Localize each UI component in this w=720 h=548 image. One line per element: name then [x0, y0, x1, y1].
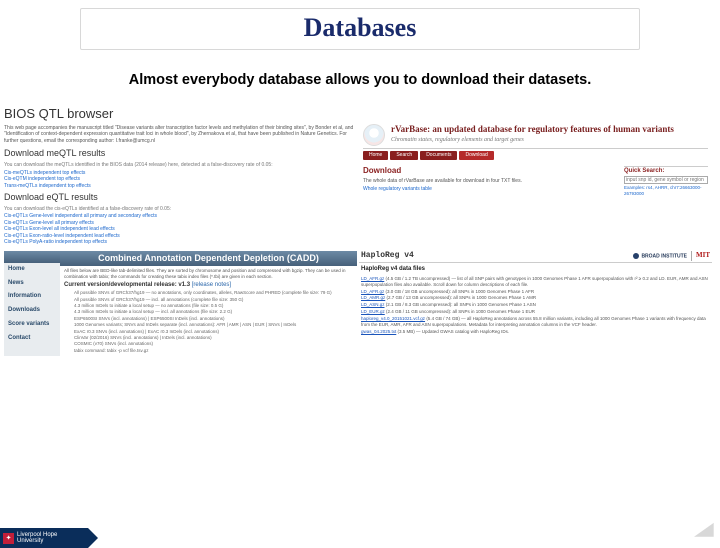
cadd-intro: All files below are BED-like tab-delimit…	[64, 268, 353, 280]
cadd-menu-home[interactable]: Home	[4, 263, 60, 277]
haplo-line: gwas_04.2025.txt (3.5 MB) — Updated GWAS…	[361, 329, 710, 335]
rvarbase-panel: rVarBase: an updated database for regula…	[359, 106, 712, 249]
cadd-item: 4.3 million InDels to initiate a local s…	[74, 309, 353, 315]
bios-heading: BIOS QTL browser	[4, 106, 357, 123]
cadd-release-notes-link[interactable]: [release notes]	[192, 282, 231, 288]
rvar-nav-home[interactable]: Home	[363, 151, 388, 160]
title-card: Databases	[80, 8, 640, 50]
bios-sec2: Download eQTL results	[4, 192, 357, 204]
haplo-section: HaploReg v4 data files	[361, 266, 710, 274]
cadd-panel: Home News Information Downloads Score va…	[4, 251, 357, 356]
cadd-item: ESP6500SI SNVs (incl. annotations) | ESP…	[74, 316, 353, 322]
haplo-line: LD_AFR.gz (4.5 GB / 1.2 TB uncompressed)…	[361, 276, 710, 288]
rvar-dl-heading: Download	[363, 166, 618, 176]
cadd-item: 1000 Genomes variants; SNVs and InDels s…	[74, 322, 353, 328]
bios-links2: Cis-eQTLs Gene-level independent all pri…	[4, 213, 357, 246]
cadd-menu-information[interactable]: Information	[4, 290, 60, 304]
cadd-file-list: All possible SNVs of GRCh37/hg19 — no an…	[64, 290, 353, 353]
screenshot-grid: BIOS QTL browser This web page accompani…	[0, 106, 720, 356]
page-subtitle: Almost everybody database allows you to …	[0, 72, 720, 88]
rvar-title: rVarBase: an updated database for regula…	[391, 124, 674, 136]
cadd-item: ClinVar (02/2016) SNVs (incl. annotation…	[74, 335, 353, 341]
bios-sec1-sub: You can download the meQTLs identified i…	[4, 162, 357, 169]
cadd-menu-downloads[interactable]: Downloads	[4, 304, 60, 318]
haplo-link[interactable]: gwas_04.2025.txt	[361, 329, 396, 334]
rvar-dl-link[interactable]: Whole regulatory variants table	[363, 186, 618, 193]
footer: ✦ Liverpool Hope University	[0, 526, 720, 548]
haplo-link[interactable]: haploreg_v4.0_20151021.vcf.gz	[361, 316, 425, 321]
cadd-menu-news[interactable]: News	[4, 277, 60, 291]
rvar-nav: Home Search Documents Download	[363, 151, 708, 160]
cadd-sidebar: Home News Information Downloads Score va…	[4, 251, 60, 356]
bios-sec1: Download meQTL results	[4, 148, 357, 160]
cadd-item: ExAC r0.3 SNVs (incl. annotations) | ExA…	[74, 329, 353, 335]
bios-sec2-sub: You can download the cis-eQTLs identifie…	[4, 206, 357, 213]
broad-logo-icon: BROAD INSTITUTE	[633, 253, 687, 260]
haplo-link[interactable]: LD_AMR.gz	[361, 295, 385, 300]
haplo-line: LD_ASN.gz (2.1 GB / 8.3 GB uncompressed)…	[361, 302, 710, 308]
bios-links1: Cis-meQTLs independent top effects Cis-e…	[4, 170, 357, 190]
rvar-search-input[interactable]	[624, 176, 708, 184]
rvar-examples: Examples: rs4, AHRR, chr7:26663000-26793…	[624, 185, 708, 197]
haplo-link[interactable]: LD_EUR.gz	[361, 309, 385, 314]
haplo-line: haploreg_v4.0_20151021.vcf.gz (5.4 GB / …	[361, 316, 710, 328]
rvar-header: rVarBase: an updated database for regula…	[363, 124, 708, 149]
page-title: Databases	[81, 13, 639, 43]
rvar-dl-text: The whole data of rVarBase are available…	[363, 178, 618, 185]
rvar-subtitle: Chromatin states, regulatory elements an…	[391, 137, 674, 145]
cadd-item: COSMIC (v70) SNVs (incl. annotations)	[74, 341, 353, 347]
haplo-link[interactable]: LD_AFR.gz	[361, 289, 384, 294]
liverpool-hope-logo: ✦ Liverpool Hope University	[0, 528, 88, 548]
bios-qtl-panel: BIOS QTL browser This web page accompani…	[4, 106, 357, 249]
mit-logo-icon: MIT	[691, 251, 710, 260]
bios-link[interactable]: Trans-meQTLs independent top effects	[4, 183, 357, 190]
haplo-line: LD_EUR.gz (2.4 GB / 11 GB uncompressed):…	[361, 309, 710, 315]
cadd-menu-score[interactable]: Score variants	[4, 318, 60, 332]
haplo-header: HaploReg v4 BROAD INSTITUTE MIT	[359, 251, 712, 263]
rvar-nav-download[interactable]: Download	[459, 151, 493, 160]
cadd-item: tabix command: tabix -p vcf file.tsv.gz	[74, 348, 353, 354]
rvar-body: Download The whole data of rVarBase are …	[363, 166, 708, 197]
cadd-item: All possible SNVs of GRCh37/hg19 — incl.…	[74, 297, 353, 303]
cadd-menu-contact[interactable]: Contact	[4, 332, 60, 346]
rvar-nav-search[interactable]: Search	[390, 151, 418, 160]
haplo-name: HaploReg v4	[361, 251, 414, 261]
haploreg-panel: HaploReg v4 BROAD INSTITUTE MIT HaploReg…	[359, 251, 712, 356]
haplo-link[interactable]: LD_ASN.gz	[361, 302, 385, 307]
rvar-logo-icon	[363, 124, 385, 146]
haplo-line: LD_AFR.gz (3.0 GB / 18 GB uncompressed):…	[361, 289, 710, 295]
cadd-item: 4.3 million InDels to initiate a local s…	[74, 303, 353, 309]
crest-icon: ✦	[3, 533, 14, 544]
rvar-nav-documents[interactable]: Documents	[420, 151, 457, 160]
cadd-item: All possible SNVs of GRCh37/hg19 — no an…	[74, 290, 353, 296]
haplo-line: LD_AMR.gz (2.7 GB / 13 GB uncompressed):…	[361, 295, 710, 301]
rvar-quicksearch-label: Quick Search:	[624, 166, 708, 176]
bios-intro: This web page accompanies the manuscript…	[4, 125, 357, 145]
haplo-link[interactable]: LD_AFR.gz	[361, 276, 384, 281]
cadd-title: Combined Annotation Dependent Depletion …	[60, 251, 357, 267]
slide-corner-icon: ◢	[694, 518, 714, 540]
bios-link[interactable]: Cis-eQTLs PolyA-ratio independent top ef…	[4, 239, 357, 246]
cadd-release: Current version/developmental release: v…	[64, 282, 353, 290]
